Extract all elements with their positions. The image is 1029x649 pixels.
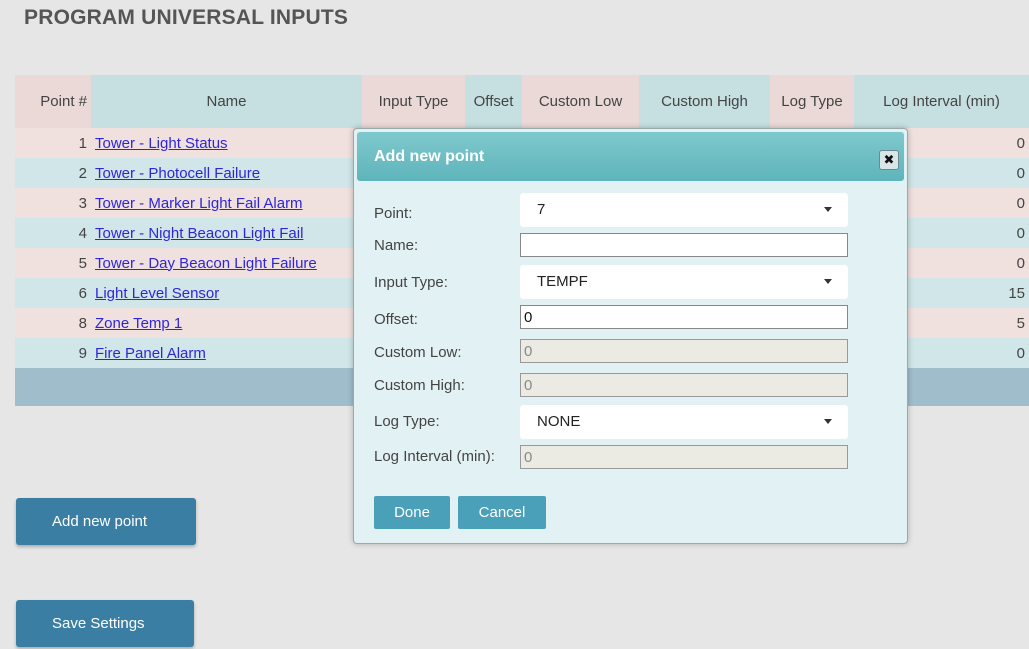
log-type-select-value: NONE [537,413,581,430]
done-button[interactable]: Done [374,496,450,529]
col-header-name: Name [91,75,362,128]
page-title: PROGRAM UNIVERSAL INPUTS [24,6,349,29]
custom-low-label: Custom Low: [374,344,462,361]
name-cell: Tower - Night Beacon Light Fail [91,218,362,248]
add-point-dialog: Add new point ✖ Point: 7 Name: Input Typ… [353,128,908,544]
chevron-down-icon [824,419,832,424]
name-cell: Tower - Photocell Failure [91,158,362,188]
table-header-row: Point # Name Input Type Offset Custom Lo… [15,75,1029,128]
point-cell: 3 [15,188,91,218]
name-input[interactable] [520,233,848,257]
log-type-label: Log Type: [374,413,440,430]
log-interval-input [520,445,848,469]
point-name-link[interactable]: Tower - Photocell Failure [95,165,260,182]
input-type-select[interactable]: TEMPF [520,265,848,299]
chevron-down-icon [824,279,832,284]
add-new-point-button[interactable]: Add new point [16,498,196,545]
name-cell: Tower - Light Status [91,128,362,158]
col-header-log-type: Log Type [770,75,854,128]
point-name-link[interactable]: Tower - Light Status [95,135,228,152]
name-cell: Tower - Marker Light Fail Alarm [91,188,362,218]
col-header-custom-high: Custom High [639,75,770,128]
chevron-down-icon [824,207,832,212]
point-name-link[interactable]: Light Level Sensor [95,285,219,302]
cancel-button[interactable]: Cancel [458,496,546,529]
point-name-link[interactable]: Zone Temp 1 [95,315,182,332]
custom-high-label: Custom High: [374,377,465,394]
name-label: Name: [374,237,419,254]
col-header-point: Point # [15,75,91,128]
point-name-link[interactable]: Fire Panel Alarm [95,345,206,362]
name-cell: Tower - Day Beacon Light Failure [91,248,362,278]
dialog-header: Add new point ✖ [357,132,904,181]
offset-label: Offset: [374,311,418,328]
point-cell: 5 [15,248,91,278]
custom-high-input [520,373,848,397]
point-label: Point: [374,205,413,222]
dialog-title: Add new point [374,148,485,165]
save-settings-button[interactable]: Save Settings [16,600,194,647]
name-cell: Zone Temp 1 [91,308,362,338]
point-cell: 2 [15,158,91,188]
name-cell: Light Level Sensor [91,278,362,308]
point-select-value: 7 [537,201,546,218]
name-cell: Fire Panel Alarm [91,338,362,368]
point-cell: 1 [15,128,91,158]
point-name-link[interactable]: Tower - Night Beacon Light Fail [95,225,303,242]
point-cell: 8 [15,308,91,338]
log-type-select[interactable]: NONE [520,405,848,439]
point-cell: 4 [15,218,91,248]
point-select[interactable]: 7 [520,193,848,227]
input-type-select-value: TEMPF [537,273,588,290]
point-name-link[interactable]: Tower - Day Beacon Light Failure [95,255,317,272]
close-icon[interactable]: ✖ [879,150,899,170]
col-header-offset: Offset [465,75,522,128]
col-header-log-interval: Log Interval (min) [854,75,1029,128]
col-header-custom-low: Custom Low [522,75,639,128]
offset-input[interactable] [520,305,848,329]
custom-low-input [520,339,848,363]
point-cell: 6 [15,278,91,308]
col-header-input-type: Input Type [362,75,465,128]
point-name-link[interactable]: Tower - Marker Light Fail Alarm [95,195,303,212]
input-type-label: Input Type: [374,274,448,291]
point-cell: 9 [15,338,91,368]
log-interval-label: Log Interval (min): [374,448,495,465]
